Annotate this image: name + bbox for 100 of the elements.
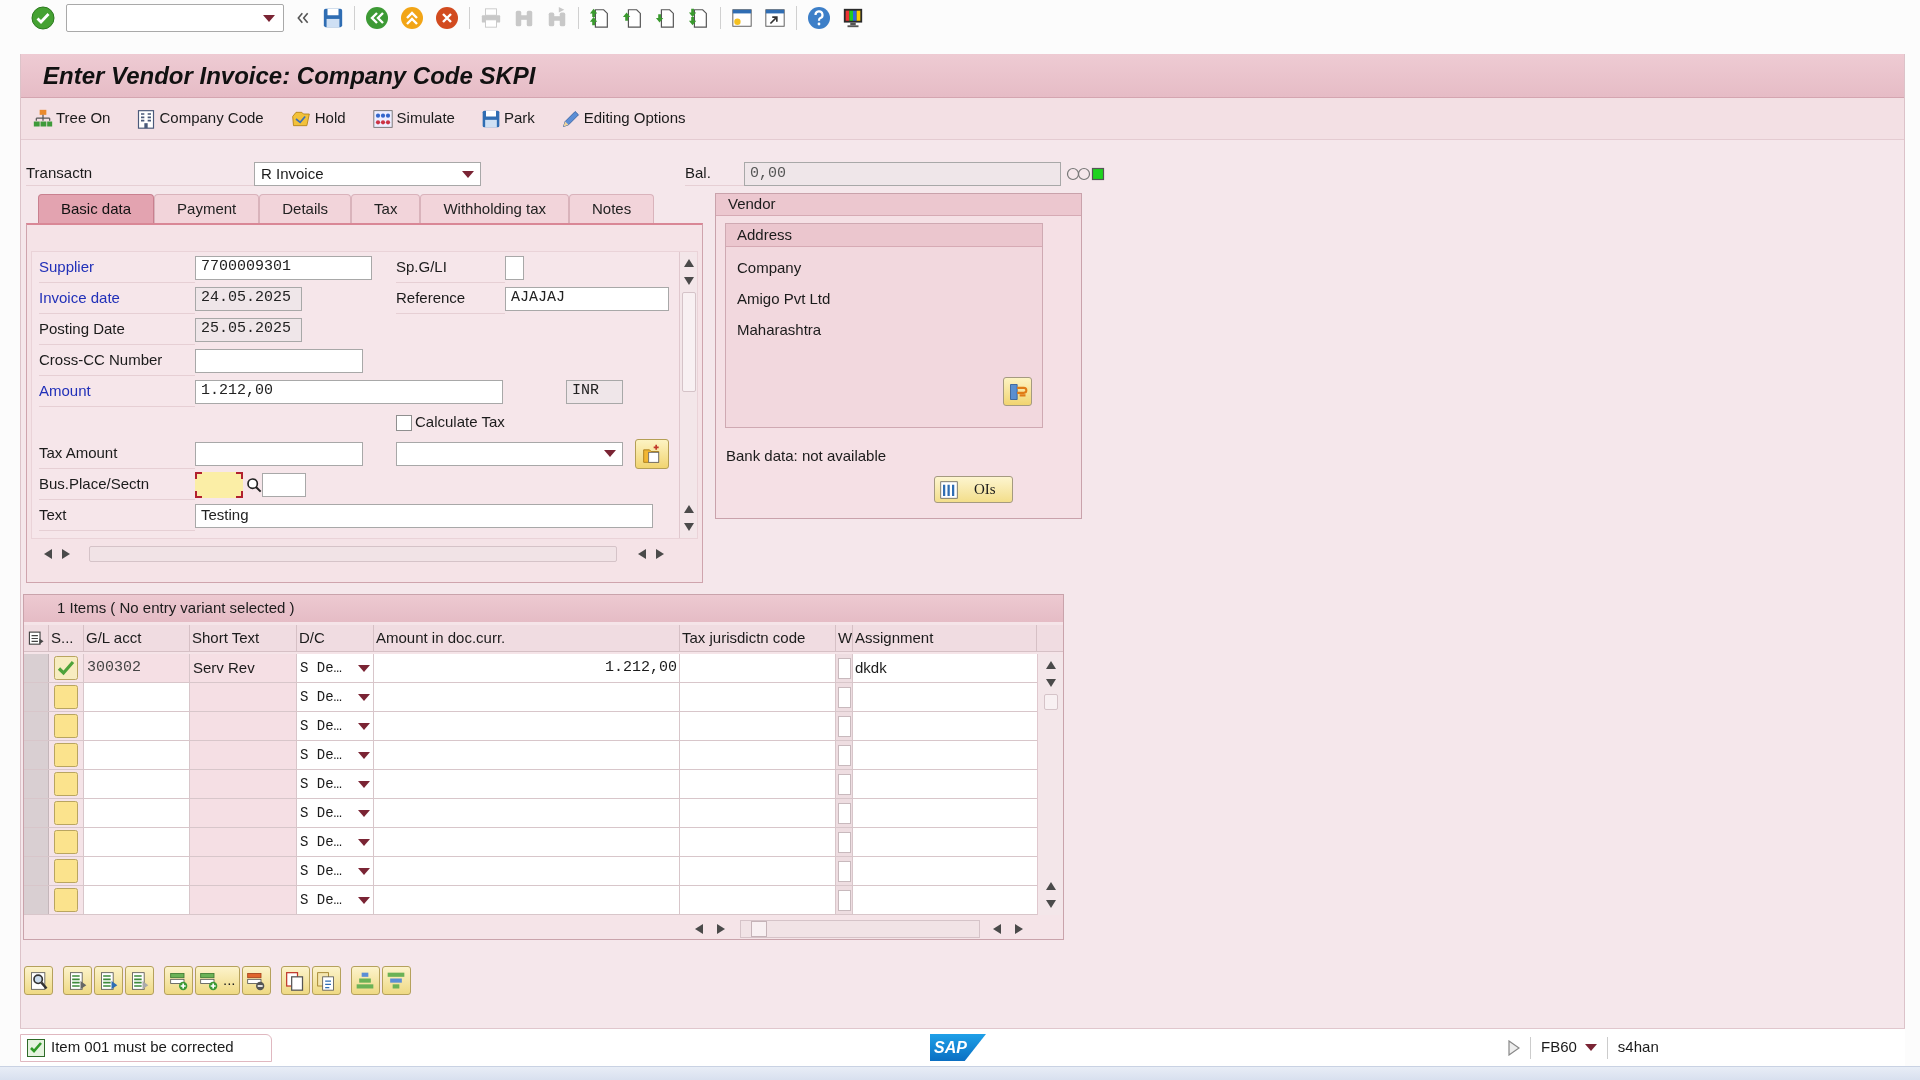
arrow-left-icon[interactable] — [636, 549, 646, 559]
toolbar-button[interactable]: Editing Options — [558, 105, 688, 132]
row-selector[interactable] — [24, 683, 49, 711]
toolbar-button[interactable] — [241, 966, 271, 995]
page-double-up-arrow-icon[interactable] — [589, 7, 611, 29]
arrow-right-icon[interactable] — [62, 549, 72, 559]
column-header[interactable]: Tax jurisdictn code — [680, 626, 806, 650]
column-header[interactable]: Assignment — [853, 626, 934, 650]
row-selector[interactable] — [24, 799, 49, 827]
cancel-icon[interactable] — [435, 6, 459, 30]
arrow-down-icon[interactable] — [683, 277, 694, 287]
cell-input-field[interactable] — [853, 683, 1037, 711]
cell-input-field[interactable] — [84, 799, 190, 827]
input-field[interactable] — [505, 255, 524, 280]
tab[interactable]: Details — [259, 194, 352, 223]
cell-input-field[interactable] — [837, 860, 851, 882]
dropdown[interactable]: S De… — [297, 886, 374, 914]
items-button[interactable]: OIs — [934, 476, 1013, 503]
cell-input-field[interactable] — [837, 657, 851, 679]
toolbar-button[interactable]: Simulate — [369, 105, 457, 132]
cell-input-field[interactable] — [374, 857, 680, 885]
dropdown[interactable]: S De… — [297, 770, 374, 798]
cell-input-field[interactable] — [853, 741, 1037, 769]
caret-icon[interactable] — [358, 664, 370, 672]
monitor-icon[interactable] — [842, 7, 864, 29]
save-icon[interactable] — [322, 7, 344, 29]
arrow-right-icon[interactable] — [717, 924, 727, 934]
row-selector[interactable] — [24, 770, 49, 798]
page-double-down-arrow-icon[interactable] — [688, 7, 710, 29]
cell-input-field[interactable] — [680, 770, 836, 798]
scroll-thumb[interactable] — [681, 292, 696, 392]
scroll-thumb[interactable] — [1043, 694, 1058, 710]
caret-icon[interactable] — [358, 693, 370, 701]
cell-input-field[interactable] — [680, 741, 836, 769]
cell-input-field[interactable] — [680, 857, 836, 885]
cell-input-field[interactable] — [680, 799, 836, 827]
tab[interactable]: Basic data — [38, 194, 155, 223]
cell-input-field[interactable] — [837, 802, 851, 824]
cell-input-field[interactable] — [84, 741, 190, 769]
row-selector[interactable] — [24, 886, 49, 914]
icon-button[interactable] — [1003, 377, 1032, 406]
cell-input-field[interactable] — [374, 828, 680, 856]
arrow-left-icon[interactable] — [42, 549, 52, 559]
check-icon[interactable] — [31, 6, 55, 30]
column-header[interactable]: Amount in doc.curr. — [374, 626, 506, 650]
toolbar-button[interactable]: Tree On — [31, 105, 113, 132]
cell-input-field[interactable] — [837, 686, 851, 708]
arrow-down-icon[interactable] — [1045, 900, 1056, 910]
tab[interactable]: Withholding tax — [420, 194, 569, 223]
cell-input-field[interactable] — [853, 886, 1037, 914]
tab[interactable]: Payment — [154, 194, 260, 223]
input-field[interactable] — [195, 471, 243, 498]
help-icon[interactable] — [807, 6, 831, 30]
new-window-icon[interactable] — [731, 7, 753, 29]
arrow-left-icon[interactable] — [991, 924, 1001, 934]
page-up-arrow-icon[interactable] — [622, 7, 644, 29]
cell-input-field[interactable] — [84, 886, 190, 914]
input-field[interactable]: 7700009301 — [195, 255, 372, 280]
cell-input-field[interactable] — [374, 770, 680, 798]
input-field[interactable]: AJAJAJ — [505, 286, 669, 311]
page-down-arrow-icon[interactable] — [655, 7, 677, 29]
row-selector[interactable] — [24, 654, 49, 682]
input-field[interactable] — [262, 472, 306, 497]
input-field[interactable]: 25.05.2025 — [195, 317, 302, 342]
caret-icon[interactable] — [1584, 1044, 1597, 1051]
arrow-right-icon[interactable] — [656, 549, 666, 559]
cell-input-field[interactable] — [837, 715, 851, 737]
dropdown[interactable]: S De… — [297, 683, 374, 711]
arrow-up-icon[interactable] — [683, 257, 694, 267]
row-selector[interactable] — [24, 712, 49, 740]
caret-icon[interactable] — [358, 780, 370, 788]
cell-input-field[interactable] — [84, 770, 190, 798]
column-header[interactable]: W — [836, 626, 853, 650]
column-header[interactable]: G/L acct — [84, 626, 142, 650]
caret-icon[interactable] — [604, 450, 616, 457]
cell-input-field[interactable] — [853, 828, 1037, 856]
cell-input-field[interactable] — [84, 857, 190, 885]
double-chevron-left-icon[interactable] — [295, 10, 311, 26]
icon-button[interactable] — [635, 438, 669, 469]
arrow-up-icon[interactable] — [683, 503, 694, 513]
cell-input-field[interactable] — [837, 773, 851, 795]
row-selector[interactable] — [24, 741, 49, 769]
cell-input-field[interactable] — [853, 712, 1037, 740]
toolbar-button[interactable] — [24, 966, 53, 995]
search-icon[interactable] — [246, 476, 262, 493]
toolbar-button[interactable]: ... — [195, 966, 240, 995]
scroll-thumb[interactable] — [751, 921, 767, 937]
dropdown[interactable]: S De… — [297, 741, 374, 769]
row-selector[interactable] — [24, 857, 49, 885]
cell-input-field[interactable] — [680, 683, 836, 711]
caret-icon[interactable] — [462, 170, 474, 178]
dropdown[interactable]: S De… — [297, 799, 374, 827]
caret-icon[interactable] — [358, 722, 370, 730]
cell-input-field[interactable] — [837, 889, 851, 911]
column-header[interactable]: D/C — [297, 626, 325, 650]
caret-icon[interactable] — [263, 14, 275, 22]
table-settings-icon[interactable] — [27, 629, 45, 647]
tab[interactable]: Tax — [351, 194, 421, 223]
read-only-field[interactable]: 0,00 — [744, 162, 1061, 186]
toolbar-button[interactable]: Company Code — [134, 105, 266, 132]
